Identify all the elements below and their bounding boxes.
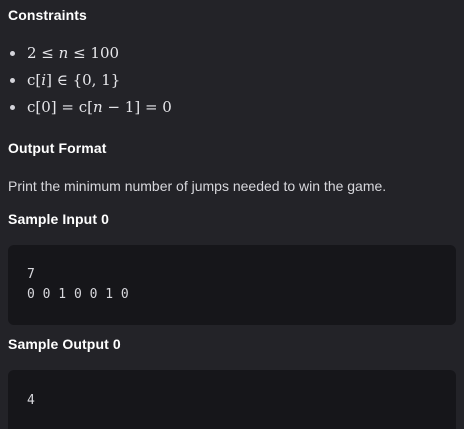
constraint-item: 2 ≤ n ≤ 100: [0, 40, 172, 67]
constraint-item: c[0] = c[n − 1] = 0: [0, 94, 172, 121]
problem-statement-panel: Constraints 2 ≤ n ≤ 100 c[i] ∈ {0, 1} c[…: [0, 0, 464, 429]
bullet-icon: [10, 51, 15, 56]
bullet-icon: [10, 78, 15, 83]
constraint-math: c[i] ∈ {0, 1}: [27, 71, 121, 89]
constraint-math: 2 ≤ n ≤ 100: [27, 44, 120, 62]
constraints-heading: Constraints: [8, 7, 87, 23]
sample-input-code-block[interactable]: 7 0 0 1 0 0 1 0: [8, 245, 456, 325]
constraint-math: c[0] = c[n − 1] = 0: [27, 98, 172, 116]
sample-input-heading: Sample Input 0: [8, 211, 109, 227]
code-line: 7: [27, 267, 35, 282]
output-format-text: Print the minimum number of jumps needed…: [8, 178, 387, 194]
bullet-icon: [10, 105, 15, 110]
sample-output-heading: Sample Output 0: [8, 336, 121, 352]
constraint-item: c[i] ∈ {0, 1}: [0, 67, 172, 94]
constraints-list: 2 ≤ n ≤ 100 c[i] ∈ {0, 1} c[0] = c[n − 1…: [0, 40, 172, 121]
code-line: 0 0 1 0 0 1 0: [27, 287, 129, 302]
output-format-heading: Output Format: [8, 140, 107, 156]
code-line: 4: [27, 393, 35, 408]
sample-output-code-block[interactable]: 4: [8, 370, 456, 429]
